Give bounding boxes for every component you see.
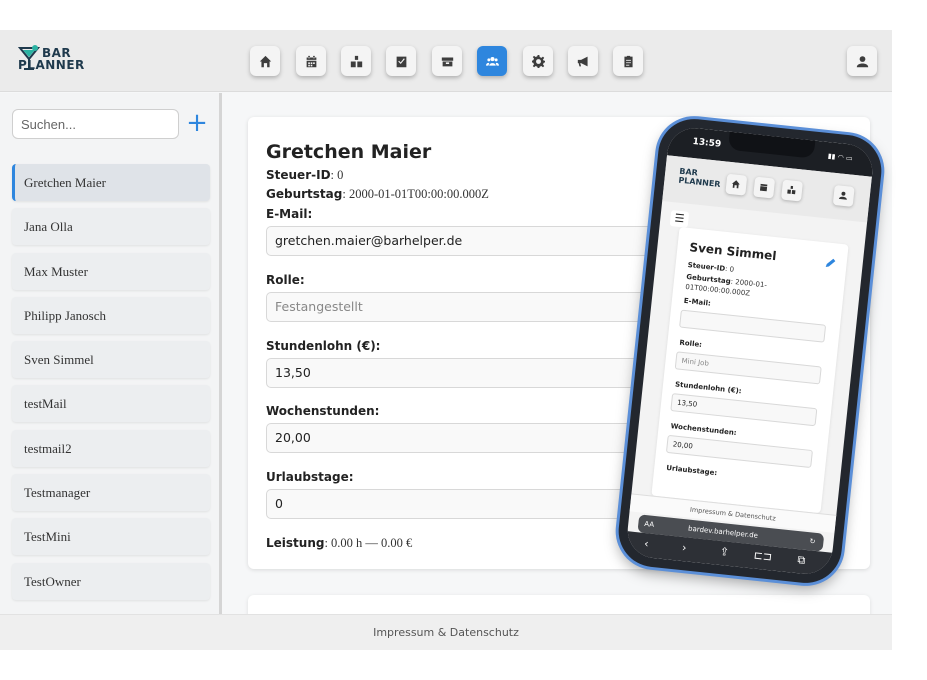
forward-icon[interactable]: › bbox=[681, 541, 687, 554]
birthday-label: Geburtstag bbox=[266, 187, 343, 201]
phone-wage-field[interactable]: 13,50 bbox=[670, 393, 818, 427]
nav-announcements-button[interactable] bbox=[568, 46, 598, 76]
phone-nav-calendar[interactable] bbox=[753, 176, 776, 199]
role-select[interactable]: Festangestellt bbox=[266, 292, 666, 322]
employee-list-item[interactable]: Gretchen Maier bbox=[12, 164, 210, 201]
staff-icon bbox=[787, 185, 796, 195]
employee-list-item[interactable]: Jana Olla bbox=[12, 208, 210, 246]
phone-logo-planner: PLANNER bbox=[678, 175, 721, 189]
role-label: Rolle: bbox=[266, 273, 305, 287]
phone-logo[interactable]: BAR PLANNER bbox=[678, 167, 722, 189]
phone-vacation-label: Urlaubstage: bbox=[666, 463, 718, 478]
employees-icon bbox=[485, 56, 499, 66]
home-icon bbox=[731, 180, 740, 189]
checklist-icon bbox=[396, 56, 406, 67]
performance-line: Leistung: 0.00 h — 0.00 € bbox=[266, 536, 412, 551]
edit-pencil-icon[interactable] bbox=[824, 256, 837, 269]
tax-id-line: Steuer-ID: 0 bbox=[266, 168, 343, 183]
employee-list-item[interactable]: Testmanager bbox=[12, 474, 210, 512]
email-field[interactable]: gretchen.maier@barhelper.de bbox=[266, 226, 666, 256]
user-icon bbox=[856, 55, 868, 67]
nav-calendar-button[interactable] bbox=[296, 46, 326, 76]
inventory-icon bbox=[441, 56, 453, 66]
employee-sidebar: + Gretchen Maier Jana Olla Max Muster Ph… bbox=[0, 93, 222, 650]
employee-list-item[interactable]: testmail2 bbox=[12, 429, 210, 467]
nav-inventory-button[interactable] bbox=[432, 46, 462, 76]
phone-tax-label: Steuer-ID bbox=[687, 261, 726, 273]
nav-checklist-button[interactable] bbox=[386, 46, 416, 76]
back-icon[interactable]: ‹ bbox=[644, 537, 650, 550]
calendar-icon bbox=[759, 183, 768, 192]
nav-clipboard-button[interactable] bbox=[613, 46, 643, 76]
wage-field[interactable]: 13,50 bbox=[266, 358, 666, 388]
wage-label: Stundenlohn (€): bbox=[266, 339, 381, 353]
phone-email-field[interactable] bbox=[679, 309, 827, 343]
tax-id-value: : 0 bbox=[330, 168, 344, 182]
email-label: E-Mail: bbox=[266, 207, 313, 221]
phone-vacation-label-text: Urlaubstage: bbox=[665, 463, 718, 478]
performance-label: Leistung bbox=[266, 536, 325, 550]
phone-role-label: Rolle: bbox=[679, 338, 702, 350]
phone-nav-home[interactable] bbox=[725, 173, 748, 196]
phone-employee-name: Sven Simmel bbox=[688, 240, 778, 264]
vacation-days-label: Urlaubstage: bbox=[266, 470, 354, 484]
weekly-hours-field[interactable]: 20,00 bbox=[266, 423, 666, 453]
employee-list: Gretchen Maier Jana Olla Max Muster Phil… bbox=[12, 164, 210, 607]
phone-frame: 13:59 ▮▮ ◠ ▭ BAR PLANNER ☰ Sven Simmel St… bbox=[615, 115, 885, 587]
announcements-icon bbox=[577, 56, 588, 66]
settings-icon bbox=[531, 54, 545, 68]
phone-birthday-line: Geburtstag: 2000-01- 01T00:00:00.000Z bbox=[685, 272, 768, 300]
phone-profile-button[interactable] bbox=[832, 184, 855, 207]
phone-nav-staff[interactable] bbox=[781, 179, 803, 202]
staff-icon bbox=[350, 55, 362, 67]
phone-time: 13:59 bbox=[692, 136, 722, 150]
phone-employee-card: Sven Simmel Steuer-ID: 0 Geburtstag: 200… bbox=[651, 226, 849, 514]
birthday-value: : 2000-01-01T00:00:00.000Z bbox=[342, 187, 489, 201]
reload-icon[interactable]: ↻ bbox=[809, 532, 817, 551]
search-input[interactable] bbox=[12, 109, 179, 139]
employee-list-item[interactable]: Max Muster bbox=[12, 252, 210, 290]
clipboard-icon bbox=[623, 55, 633, 67]
share-icon[interactable]: ⇪ bbox=[719, 545, 730, 559]
birthday-line: Geburtstag: 2000-01-01T00:00:00.000Z bbox=[266, 187, 489, 202]
phone-tax-value: : 0 bbox=[724, 264, 735, 274]
phone-email-label: E-Mail: bbox=[683, 296, 711, 309]
employee-list-item[interactable]: Sven Simmel bbox=[12, 341, 210, 379]
phone-hours-label-text: Wochenstunden: bbox=[670, 422, 737, 438]
phone-mockup: 13:59 ▮▮ ◠ ▭ BAR PLANNER ☰ Sven Simmel St… bbox=[615, 115, 885, 588]
footer-imprint-link[interactable]: Impressum & Datenschutz bbox=[0, 614, 892, 650]
phone-screen: 13:59 ▮▮ ◠ ▭ BAR PLANNER ☰ Sven Simmel St… bbox=[624, 125, 876, 577]
tabs-icon[interactable]: ⧉ bbox=[797, 553, 806, 568]
top-navigation-bar: BAR PLANNER bbox=[0, 30, 892, 92]
nav-home-button[interactable] bbox=[250, 46, 280, 76]
phone-menu-button[interactable]: ☰ bbox=[669, 210, 690, 228]
add-employee-button[interactable]: + bbox=[186, 110, 208, 136]
nav-employees-button[interactable] bbox=[477, 46, 507, 76]
performance-value: : 0.00 h — 0.00 € bbox=[324, 536, 413, 550]
employee-list-item[interactable]: TestMini bbox=[12, 518, 210, 556]
phone-wage-label-text: Stundenlohn (€): bbox=[674, 380, 742, 396]
home-icon bbox=[259, 55, 271, 67]
employee-name-heading: Gretchen Maier bbox=[266, 141, 432, 163]
vacation-days-field[interactable]: 0 bbox=[266, 489, 666, 519]
employee-list-item[interactable]: Philipp Janosch bbox=[12, 296, 210, 334]
employee-list-item[interactable]: TestOwner bbox=[12, 562, 210, 600]
bookmarks-icon[interactable]: ⊏⊐ bbox=[753, 549, 773, 564]
phone-role-label-text: Rolle: bbox=[679, 338, 703, 349]
calendar-icon bbox=[306, 55, 316, 67]
logo-text-planner: PLANNER bbox=[18, 58, 85, 72]
phone-email-label-text: E-Mail: bbox=[683, 296, 712, 308]
nav-settings-button[interactable] bbox=[523, 46, 553, 76]
bar-planner-logo[interactable]: BAR PLANNER bbox=[18, 44, 88, 78]
reader-mode-button[interactable]: AA bbox=[643, 515, 655, 534]
employee-list-item[interactable]: testMail bbox=[12, 385, 210, 423]
weekly-hours-label: Wochenstunden: bbox=[266, 404, 380, 418]
phone-role-select[interactable]: Mini Job bbox=[674, 351, 822, 385]
signal-battery-icon: ▮▮ ◠ ▭ bbox=[827, 152, 853, 163]
phone-hours-field[interactable]: 20,00 bbox=[665, 434, 813, 469]
user-icon bbox=[838, 191, 847, 200]
tax-id-label: Steuer-ID bbox=[266, 168, 331, 182]
nav-staff-button[interactable] bbox=[341, 46, 371, 76]
profile-button[interactable] bbox=[847, 46, 877, 76]
